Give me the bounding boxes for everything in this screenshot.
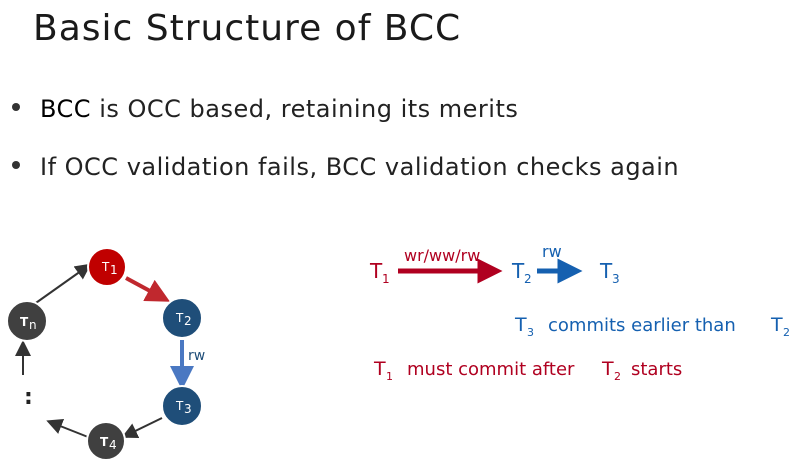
chain-t1-base: T [369,259,383,283]
chain-t2-sub: 2 [524,272,532,286]
note-blue-t2-base: T [770,314,783,336]
node-t4: T 4 [86,421,126,461]
bcc-diagram: rw : T 1 T 2 T 3 T 4 T n T 1 wr/ww/rw T … [6,242,790,461]
node-t3-base: T [175,399,184,413]
node-t4-sub: 4 [109,438,117,452]
chain-label-rw: rw [542,242,562,261]
edge-t1-t2 [125,276,171,302]
edge-t3-t4 [121,417,163,438]
note-red-t2-base: T [601,358,614,380]
note-blue-t3-sub: 3 [527,326,534,339]
cycle-ellipsis: : [24,385,33,410]
node-t1-sub: 1 [110,263,118,277]
note-blue-text: commits earlier than [548,315,736,336]
node-tn-base: T [20,315,29,329]
node-t3-sub: 3 [184,402,192,416]
note-red-t2-sub: 2 [614,370,621,383]
node-t2-sub: 2 [184,314,192,328]
chain-t2-base: T [511,259,525,283]
edge-label-rw: rw [188,348,205,364]
node-t1-base: T [101,260,110,274]
chain-label-wr: wr/ww/rw [404,246,480,265]
note-blue-t3-base: T [514,314,527,336]
chain-t3-base: T [599,259,613,283]
node-tn-sub: n [29,318,37,332]
note-blue-t2-sub: 2 [783,326,790,339]
edge-tn-t1 [32,263,92,306]
node-t3: T 3 [161,385,203,427]
chain-t1-sub: 1 [382,272,390,286]
note-red-t1-base: T [373,358,386,380]
node-t4-base: T [100,435,109,449]
node-t2-base: T [175,311,184,325]
node-t1: T 1 [87,247,127,287]
node-t2: T 2 [161,297,203,339]
edge-t4-next [46,418,89,438]
note-red-text: must commit after [407,359,575,380]
chain-t3-sub: 3 [612,272,620,286]
node-tn: T n [6,300,48,342]
note-red-t1-sub: 1 [386,370,393,383]
note-red-starts: starts [631,359,682,380]
